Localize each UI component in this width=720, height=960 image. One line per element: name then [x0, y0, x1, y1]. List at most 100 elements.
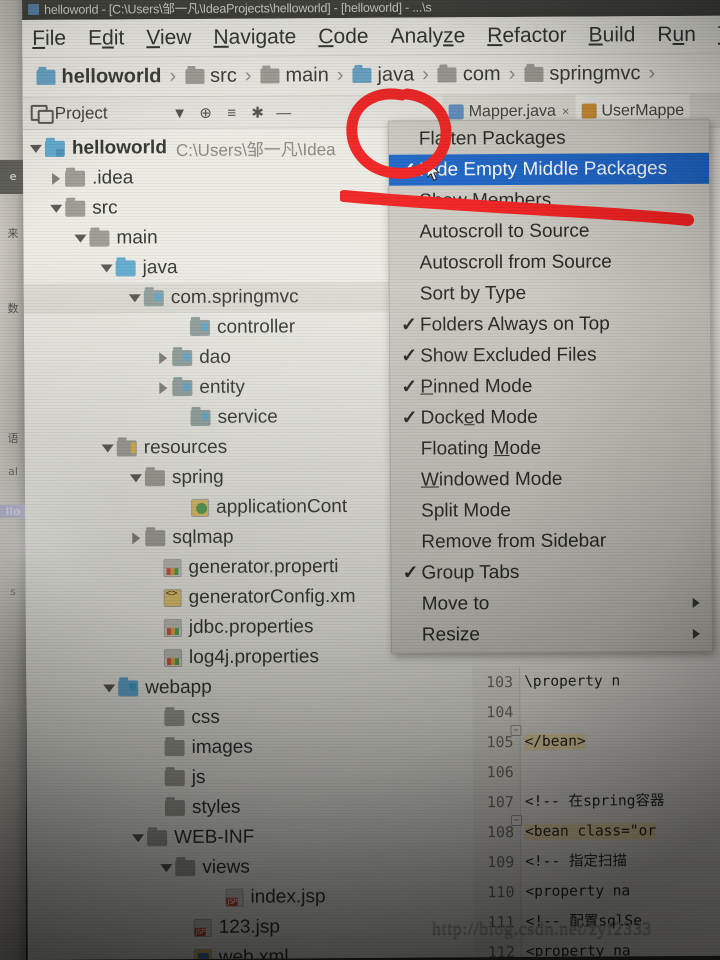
expand-toggle-icon[interactable] — [98, 253, 116, 283]
menu-item-docked-mode[interactable]: ✓ Docked Mode — [390, 401, 710, 434]
breadcrumb-item-src[interactable]: src › — [185, 65, 260, 88]
breadcrumb-item-com[interactable]: com › — [437, 63, 525, 87]
menu-item-label: Move to — [421, 592, 490, 615]
code-fold-icon[interactable]: − — [510, 724, 522, 737]
tree-label: resources — [143, 436, 228, 459]
menu-item-show-excluded-files[interactable]: ✓ Show Excluded Files — [390, 339, 710, 372]
menu-item-show-members[interactable]: Show Members — [389, 184, 709, 217]
tree-row[interactable]: images — [26, 731, 472, 764]
bg-fragment: al — [8, 465, 18, 478]
breadcrumb-item-springmvc[interactable]: springmvc › — [524, 62, 664, 86]
tree-label: controller — [216, 316, 296, 338]
package-icon — [172, 379, 193, 397]
menu-analyze[interactable]: Analyze — [390, 24, 465, 48]
menu-view[interactable]: View — [146, 25, 191, 49]
menu-item-sort-by-type[interactable]: Sort by Type — [390, 277, 710, 310]
collapse-all-icon[interactable]: ⊕ — [193, 97, 219, 129]
expand-toggle-icon[interactable] — [27, 134, 45, 164]
expand-toggle-icon[interactable] — [127, 463, 145, 493]
tree-row[interactable]: web.xml — [28, 941, 474, 960]
folder-icon — [144, 470, 165, 487]
menu-item-resize[interactable]: Resize — [392, 618, 712, 651]
folder-icon — [164, 800, 185, 817]
menu-item-group-tabs[interactable]: ✓ Group Tabs — [391, 556, 711, 589]
expand-toggle-icon[interactable] — [47, 164, 65, 194]
editor-gutter[interactable]: 103 104 105 106 107 108 109 110 111 112 — [472, 666, 522, 958]
expand-toggle-icon[interactable] — [126, 283, 144, 313]
breadcrumb-separator: › — [169, 65, 177, 88]
check-icon: ✓ — [401, 376, 418, 398]
toggle-spacer — [173, 493, 191, 523]
toolwindow-hide-icon[interactable]: — — [271, 96, 297, 128]
menu-run[interactable]: Run — [657, 22, 696, 46]
tree-row[interactable]: WEB-INF — [27, 821, 473, 854]
check-icon: ✓ — [401, 345, 418, 367]
properties-file-icon — [163, 559, 182, 578]
code-fold-icon[interactable]: − — [510, 814, 523, 827]
menu-refactor[interactable]: Refactor — [487, 23, 567, 47]
menu-item-folders-always-on-top[interactable]: ✓ Folders Always on Top — [390, 308, 710, 341]
expand-toggle-icon[interactable] — [157, 853, 175, 883]
menu-item-move-to[interactable]: Move to — [392, 587, 712, 620]
expand-toggle-icon[interactable] — [154, 343, 172, 373]
tree-label: helloworld — [71, 137, 167, 159]
menubar[interactable]: File Edit View Navigate Code Analyze Ref… — [22, 15, 720, 58]
toggle-spacer — [176, 943, 194, 960]
expand-toggle-icon[interactable] — [154, 373, 172, 403]
folder-icon — [65, 200, 86, 217]
menu-item-label: Floating Mode — [420, 437, 542, 460]
toolwindow-settings-gear-icon[interactable]: ✱ — [245, 96, 271, 128]
tree-label: dao — [199, 346, 231, 368]
breadcrumb: helloworld › src › main › java › com › s… — [22, 53, 720, 98]
tree-label: src — [92, 197, 118, 219]
menu-item-floating-mode[interactable]: Floating Mode — [391, 432, 711, 465]
breadcrumb-item-java[interactable]: java › — [352, 63, 438, 87]
xml-file-icon — [163, 589, 182, 608]
line-number: 103 — [486, 673, 514, 692]
expand-toggle-icon[interactable] — [71, 224, 89, 254]
expand-toggle-icon[interactable] — [47, 194, 65, 224]
expand-all-icon[interactable]: ≡ — [219, 97, 245, 129]
menu-code[interactable]: Code — [318, 24, 368, 48]
breadcrumb-item-main[interactable]: main › — [260, 64, 352, 88]
toolwindow-title: Project — [54, 102, 108, 123]
tree-row[interactable]: js — [27, 761, 473, 794]
tree-row[interactable]: css — [26, 701, 472, 734]
code-line: \property n — [524, 673, 621, 690]
project-view-options-menu[interactable]: Flatten Packages ✓ Hide Empty Middle Pac… — [387, 118, 713, 654]
menu-item-flatten-packages[interactable]: Flatten Packages — [389, 122, 709, 155]
expand-toggle-icon[interactable] — [100, 673, 118, 703]
menu-item-pinned-mode[interactable]: ✓ Pinned Mode — [390, 370, 710, 403]
folder-icon — [89, 230, 110, 247]
tree-row[interactable]: views — [27, 851, 473, 884]
tree-row[interactable]: webapp — [26, 671, 472, 704]
line-number: 104 — [486, 703, 514, 722]
menu-item-autoscroll-to-source[interactable]: Autoscroll to Source — [389, 215, 709, 248]
expand-toggle-icon[interactable] — [127, 523, 145, 553]
tree-row[interactable]: index.jsp — [27, 881, 473, 914]
expand-toggle-icon[interactable] — [99, 433, 117, 463]
toggle-spacer — [146, 643, 164, 673]
toolwindow-dropdown-button[interactable]: ▼ — [167, 97, 193, 129]
menu-item-remove-from-sidebar[interactable]: Remove from Sidebar — [391, 525, 711, 558]
menu-item-split-mode[interactable]: Split Mode — [391, 494, 711, 527]
tree-row[interactable]: 123.jsp — [28, 911, 474, 944]
tree-label: java — [142, 257, 178, 279]
breadcrumb-label: springmvc — [549, 62, 641, 85]
menu-item-autoscroll-from-source[interactable]: Autoscroll from Source — [390, 246, 710, 279]
menu-navigate[interactable]: Navigate — [213, 25, 296, 50]
tree-label: views — [202, 856, 250, 878]
source-folder-icon — [352, 67, 372, 83]
editor-code-lines[interactable]: \property n </bean> <!-- 在spring容器 <bean… — [524, 666, 720, 957]
close-icon[interactable]: × — [562, 104, 570, 119]
package-icon — [437, 67, 457, 83]
tree-label: .idea — [92, 167, 134, 189]
menu-file[interactable]: File — [32, 26, 66, 50]
expand-toggle-icon[interactable] — [129, 823, 147, 853]
menu-item-windowed-mode[interactable]: Windowed Mode — [391, 463, 711, 496]
menu-build[interactable]: Build — [589, 23, 636, 47]
tree-row[interactable]: styles — [27, 791, 473, 824]
breadcrumb-item-helloworld[interactable]: helloworld › — [36, 65, 185, 89]
photographed-screen: e 来 数 语 al llo s helloworld - [C:\Users\… — [0, 0, 720, 960]
menu-edit[interactable]: Edit — [88, 26, 124, 50]
